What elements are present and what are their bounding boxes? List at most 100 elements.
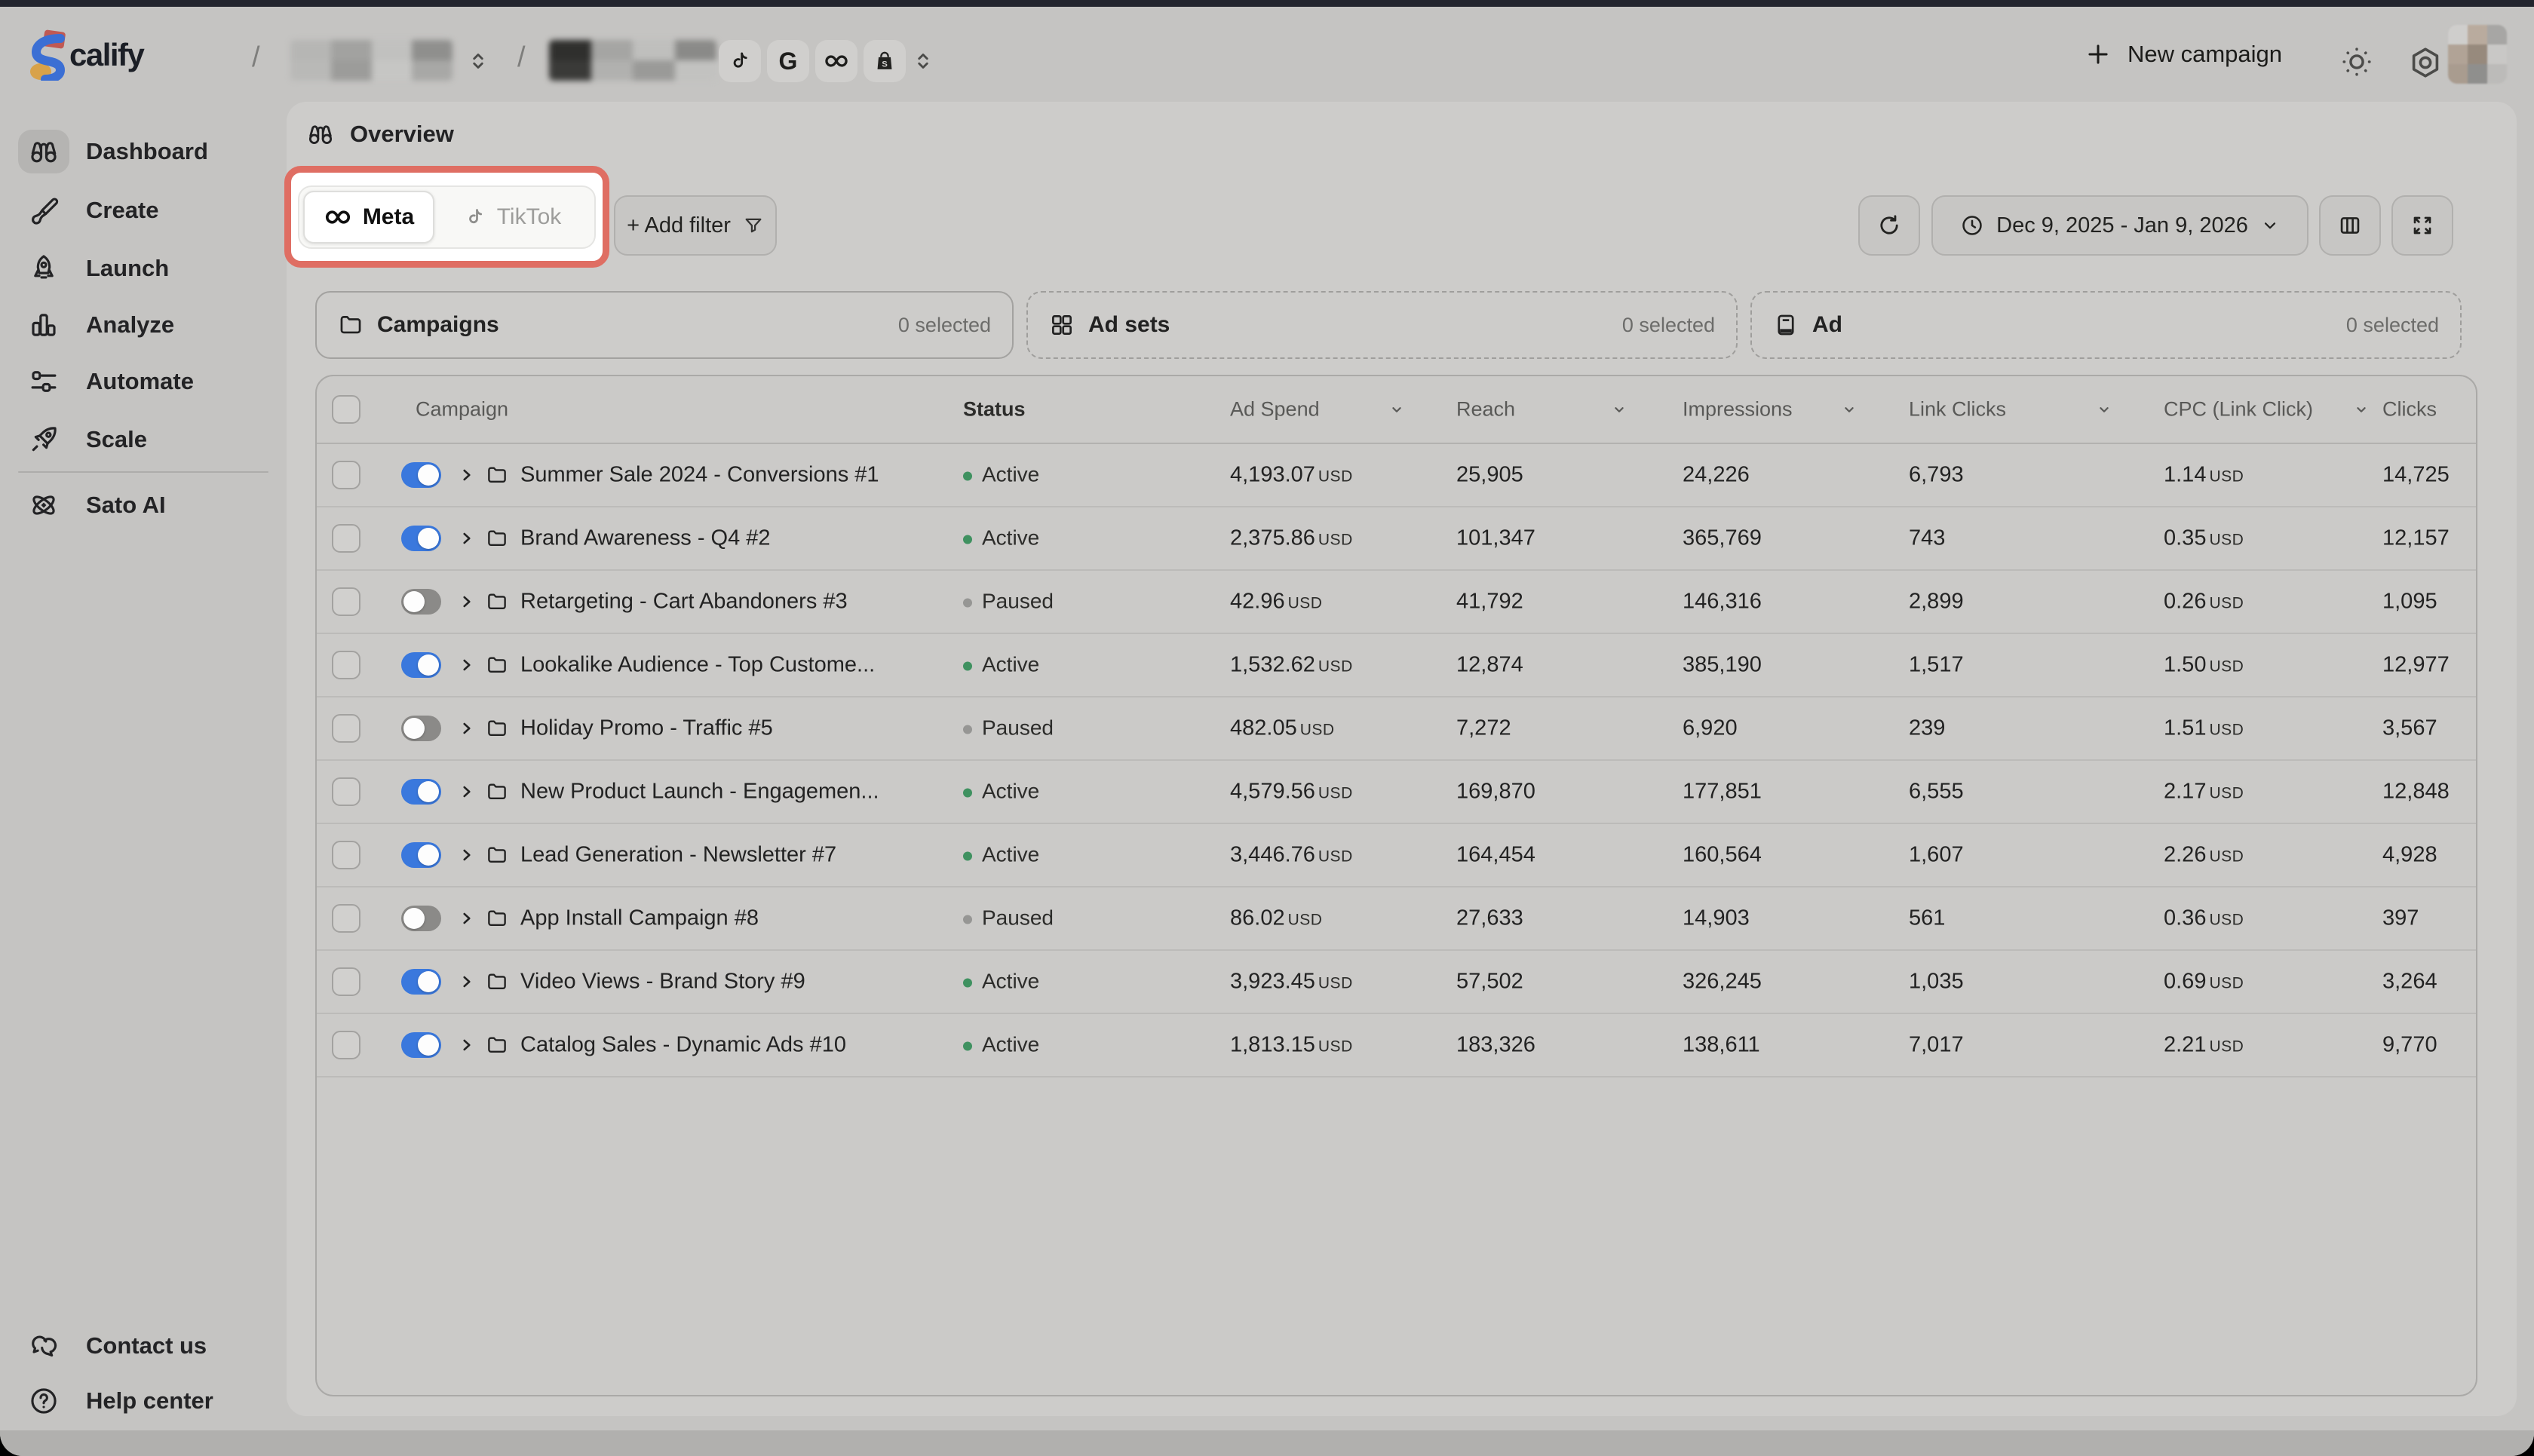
expand-row-icon[interactable]	[457, 972, 477, 992]
user-avatar[interactable]	[2448, 25, 2507, 84]
tab-ad[interactable]: Ad 0 selected	[1750, 291, 2462, 359]
table-row: Holiday Promo - Traffic #5 Paused 482.05…	[317, 697, 2476, 761]
campaign-toggle[interactable]	[401, 526, 441, 551]
link-clicks-value: 239	[1909, 716, 1945, 741]
expand-row-icon[interactable]	[457, 845, 477, 865]
column-header-clicks[interactable]: Clicks	[2382, 398, 2437, 421]
campaign-name[interactable]: Lead Generation - Newsletter #7	[520, 843, 836, 868]
refresh-button[interactable]	[1858, 195, 1920, 256]
sidebar-item-sato-ai[interactable]: Sato AI	[0, 475, 287, 535]
row-checkbox[interactable]	[332, 1031, 360, 1059]
sidebar-item-help-center[interactable]: Help center	[0, 1371, 287, 1431]
table-row: Brand Awareness - Q4 #2 Active 2,375.86U…	[317, 507, 2476, 571]
select-all-checkbox[interactable]	[332, 395, 360, 424]
google-platform-badge[interactable]: G	[767, 40, 809, 82]
row-checkbox[interactable]	[332, 651, 360, 679]
row-checkbox[interactable]	[332, 967, 360, 996]
campaign-name[interactable]: App Install Campaign #8	[520, 906, 759, 931]
plus-icon	[2084, 40, 2112, 69]
campaign-name[interactable]: Brand Awareness - Q4 #2	[520, 526, 771, 551]
campaign-toggle[interactable]	[401, 779, 441, 805]
account-selector-icon[interactable]	[910, 46, 937, 76]
theme-toggle-button[interactable]	[2339, 44, 2374, 79]
expand-row-icon[interactable]	[457, 655, 477, 675]
sort-chevron-icon[interactable]	[1841, 401, 1858, 418]
campaign-toggle[interactable]	[401, 1032, 441, 1058]
row-checkbox[interactable]	[332, 904, 360, 933]
platform-tab-tiktok[interactable]: TikTok	[434, 191, 591, 244]
expand-row-icon[interactable]	[457, 592, 477, 612]
sidebar-item-contact-us[interactable]: Contact us	[0, 1316, 287, 1376]
column-header-ad-spend[interactable]: Ad Spend	[1230, 398, 1320, 421]
breadcrumb-workspace-redacted[interactable]	[290, 40, 452, 81]
column-header-reach[interactable]: Reach	[1456, 398, 1515, 421]
campaign-toggle[interactable]	[401, 589, 441, 615]
workspace-selector-icon[interactable]	[465, 46, 492, 76]
sidebar-item-scale[interactable]: Scale	[0, 409, 287, 470]
column-header-link-clicks[interactable]: Link Clicks	[1909, 398, 2006, 421]
folder-icon	[486, 780, 508, 803]
new-campaign-button[interactable]: New campaign	[2084, 40, 2282, 69]
fullscreen-button[interactable]	[2391, 195, 2453, 256]
row-checkbox[interactable]	[332, 841, 360, 869]
meta-platform-badge[interactable]	[815, 40, 857, 82]
sidebar-item-analyze[interactable]: Analyze	[0, 295, 287, 355]
column-header-impressions[interactable]: Impressions	[1683, 398, 1793, 421]
tiktok-platform-badge[interactable]	[719, 40, 761, 82]
sidebar-item-launch[interactable]: Launch	[0, 238, 287, 299]
row-checkbox[interactable]	[332, 524, 360, 553]
table-row: Lead Generation - Newsletter #7 Active 3…	[317, 824, 2476, 887]
campaign-name[interactable]: Catalog Sales - Dynamic Ads #10	[520, 1033, 846, 1058]
row-checkbox[interactable]	[332, 587, 360, 616]
settings-button[interactable]	[2407, 44, 2444, 81]
sort-chevron-icon[interactable]	[2353, 401, 2370, 418]
breadcrumb-account-redacted[interactable]	[549, 40, 716, 81]
campaign-name[interactable]: Video Views - Brand Story #9	[520, 970, 805, 995]
date-range-button[interactable]: Dec 9, 2025 - Jan 9, 2026	[1931, 195, 2309, 256]
sidebar: Dashboard Create Launch	[0, 102, 287, 1456]
campaign-name[interactable]: New Product Launch - Engagemen...	[520, 780, 879, 805]
sort-chevron-icon[interactable]	[1611, 401, 1627, 418]
column-header-cpc[interactable]: CPC (Link Click)	[2164, 398, 2313, 421]
expand-row-icon[interactable]	[457, 782, 477, 802]
campaign-toggle[interactable]	[401, 906, 441, 931]
campaign-name[interactable]: Retargeting - Cart Abandoners #3	[520, 590, 848, 615]
link-clicks-value: 6,555	[1909, 780, 1964, 805]
sidebar-item-automate[interactable]: Automate	[0, 351, 287, 412]
campaign-name[interactable]: Holiday Promo - Traffic #5	[520, 716, 773, 741]
campaign-toggle[interactable]	[401, 842, 441, 868]
sidebar-item-dashboard[interactable]: Dashboard	[0, 121, 287, 182]
sort-chevron-icon[interactable]	[2096, 401, 2112, 418]
expand-row-icon[interactable]	[457, 1035, 477, 1055]
add-filter-button[interactable]: + Add filter	[614, 195, 777, 256]
column-header-status[interactable]: Status	[963, 398, 1026, 421]
expand-row-icon[interactable]	[457, 719, 477, 738]
currency-label: USD	[2209, 658, 2244, 676]
campaign-toggle[interactable]	[401, 462, 441, 488]
currency-label: USD	[2209, 912, 2244, 929]
sidebar-item-create[interactable]: Create	[0, 180, 287, 241]
campaign-toggle[interactable]	[401, 716, 441, 741]
tab-ad-sets[interactable]: Ad sets 0 selected	[1026, 291, 1738, 359]
platform-tab-meta[interactable]: Meta	[303, 191, 434, 244]
sort-chevron-icon[interactable]	[1388, 401, 1405, 418]
columns-button[interactable]	[2319, 195, 2381, 256]
campaign-name[interactable]: Lookalike Audience - Top Custome...	[520, 653, 875, 678]
campaign-name[interactable]: Summer Sale 2024 - Conversions #1	[520, 463, 879, 488]
link-clicks-value: 1,607	[1909, 843, 1964, 868]
ad-spend-value: 86.02USD	[1230, 906, 1322, 931]
breadcrumb-separator: /	[252, 41, 260, 74]
tab-campaigns[interactable]: Campaigns 0 selected	[315, 291, 1014, 359]
expand-row-icon[interactable]	[457, 529, 477, 548]
shopify-platform-badge[interactable]: S	[864, 40, 906, 82]
row-checkbox[interactable]	[332, 777, 360, 806]
scalify-logo[interactable]: calify	[27, 29, 143, 81]
expand-row-icon[interactable]	[457, 465, 477, 485]
campaign-toggle[interactable]	[401, 652, 441, 678]
campaign-toggle[interactable]	[401, 969, 441, 995]
column-header-campaign[interactable]: Campaign	[416, 398, 508, 421]
row-checkbox[interactable]	[332, 461, 360, 489]
reach-value: 41,792	[1456, 590, 1523, 615]
row-checkbox[interactable]	[332, 714, 360, 743]
expand-row-icon[interactable]	[457, 909, 477, 928]
